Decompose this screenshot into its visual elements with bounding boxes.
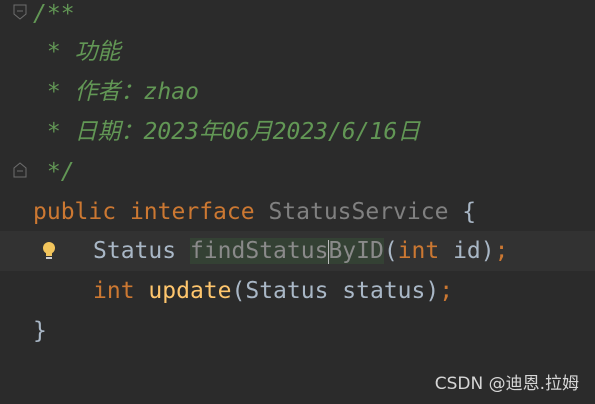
- method-name: update: [148, 278, 232, 304]
- code-line[interactable]: */: [0, 152, 595, 192]
- interface-declaration: public interface StatusService {: [33, 192, 476, 232]
- interface-name: StatusService: [268, 199, 449, 225]
- method-declaration: Status findStatusByID(int id);: [93, 238, 509, 264]
- keyword-int: int: [397, 238, 440, 264]
- doc-comment-line: * 日期：2023年06月2023/6/16日: [33, 119, 421, 145]
- code-line[interactable]: }: [0, 311, 595, 351]
- code-line[interactable]: * 作者：zhao: [0, 72, 595, 112]
- doc-comment-line: * 功能: [33, 39, 121, 65]
- doc-comment-open: /**: [33, 1, 75, 27]
- method-name-unused[interactable]: findStatusByID: [189, 238, 384, 264]
- code-line[interactable]: public interface StatusService {: [0, 192, 595, 232]
- lightbulb-icon[interactable]: [40, 241, 58, 263]
- code-line[interactable]: * 日期：2023年06月2023/6/16日: [0, 112, 595, 152]
- code-line[interactable]: /**: [0, 0, 595, 34]
- method-declaration: int update(Status status);: [93, 278, 454, 304]
- return-type: Status: [93, 238, 177, 264]
- semicolon: ;: [439, 278, 454, 304]
- code-line[interactable]: int update(Status status);: [0, 271, 595, 311]
- code-line[interactable]: * 功能: [0, 32, 595, 72]
- brace-close: }: [33, 318, 47, 344]
- keyword-interface: interface: [129, 199, 255, 225]
- watermark-text: CSDN @迪恩.拉姆: [434, 374, 579, 394]
- semicolon: ;: [494, 238, 509, 264]
- current-code-line[interactable]: Status findStatusByID(int id);: [0, 231, 595, 271]
- brace-open: {: [448, 199, 477, 225]
- keyword-public: public: [33, 199, 117, 225]
- doc-comment-line: * 作者：zhao: [33, 79, 199, 105]
- code-editor[interactable]: /** * 功能 * 作者：zhao * 日期：2023年06月2023/6/1…: [0, 0, 595, 404]
- doc-comment-close: */: [33, 159, 75, 185]
- keyword-int: int: [93, 278, 135, 304]
